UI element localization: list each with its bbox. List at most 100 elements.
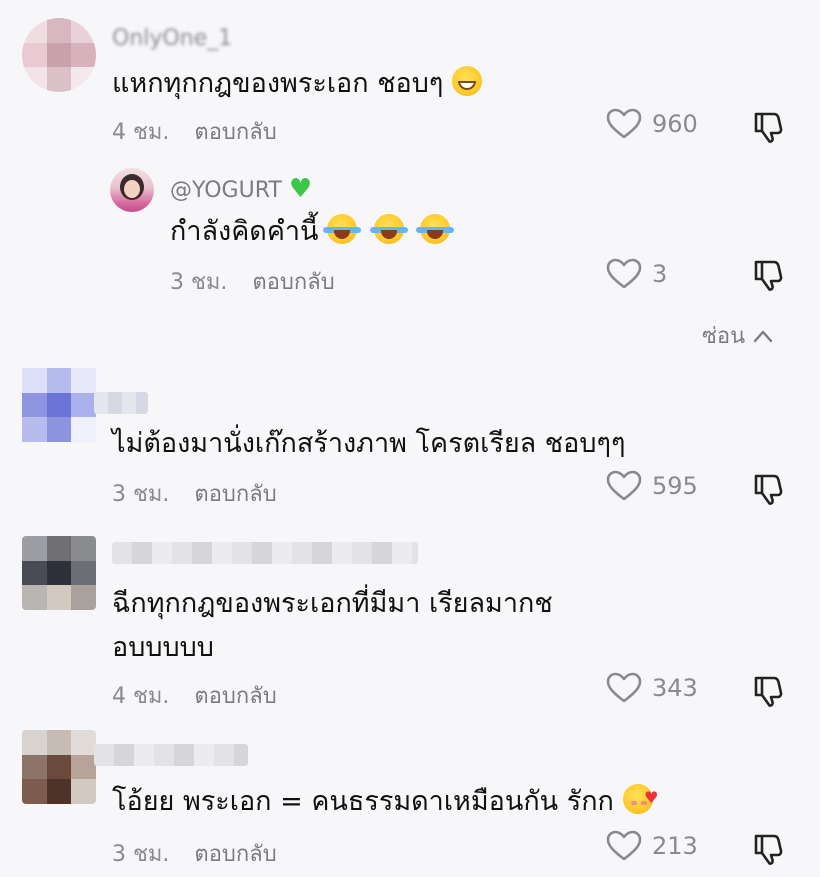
username[interactable] [112, 542, 418, 564]
avatar[interactable] [22, 368, 96, 442]
timestamp: 3 ชม. [112, 482, 170, 507]
comment-meta: 3 ชม. ตอบกลับ [112, 476, 277, 511]
avatar-pixel [22, 730, 47, 755]
comment-text-line2: อบบบบบ [112, 632, 214, 663]
avatar-pixel [22, 392, 47, 418]
avatar-pixel [71, 368, 96, 393]
avatar-pixel [46, 754, 72, 780]
avatar-pixel [46, 730, 72, 755]
heart-outline-icon [606, 258, 642, 289]
avatar-pixel [22, 585, 47, 610]
timestamp: 4 ชม. [112, 120, 170, 145]
hide-label: ซ่อน [702, 324, 746, 349]
avatar-pixel [46, 67, 72, 92]
avatar-pixel [71, 18, 96, 43]
comment-text: ไม่ต้องมานั่งเก๊กสร้างภาพ โครตเรียล ชอบๆ… [112, 422, 625, 466]
like-button[interactable]: 343 [606, 672, 698, 704]
reply-button[interactable]: ตอบกลับ [194, 684, 276, 709]
reply-meta: 3 ชม. ตอบกลับ [170, 264, 335, 299]
timestamp: 3 ชม. [170, 270, 228, 295]
reply-button[interactable]: ตอบกลับ [252, 270, 334, 295]
like-button[interactable]: 960 [606, 108, 698, 140]
avatar[interactable] [22, 730, 96, 804]
avatar-pixel [71, 730, 96, 755]
avatar-pixel [46, 536, 72, 561]
like-count: 960 [652, 110, 698, 138]
tears-of-joy-emoji [416, 214, 455, 244]
reply-button[interactable]: ตอบกลับ [194, 842, 276, 867]
avatar-pixel [46, 560, 72, 586]
comment-text-content: ไม่ต้องมานั่งเก๊กสร้างภาพ โครตเรียล ชอบๆ… [112, 428, 626, 459]
avatar-pixel [46, 368, 72, 393]
avatar-pixel [71, 417, 96, 442]
thumbs-down-icon[interactable] [752, 674, 786, 708]
thumbs-down-icon[interactable] [752, 472, 786, 506]
avatar-pixel [46, 779, 72, 804]
grinning-face-emoji [451, 66, 482, 96]
reply-username-text: @YOGURT [170, 178, 282, 203]
comment-text-content: แหกทุกกฎของพระเอก ชอบๆ [112, 68, 444, 99]
avatar-pixel [46, 18, 72, 43]
comment-text: อบบบบบ [112, 626, 214, 670]
avatar-pixel [46, 392, 72, 418]
comment-text-line1: ฉีกทุกกฎของพระเอกที่มีมา เรียลมากช [112, 588, 553, 619]
comment-text: โอ้ยย พระเอก = คนธรรมดาเหมือนกัน รักก [112, 776, 659, 824]
reply-username[interactable]: @YOGURT ♥ [170, 174, 312, 204]
like-button[interactable]: 595 [606, 470, 698, 502]
avatar-pixel [71, 67, 96, 92]
avatar-pixel [71, 42, 96, 68]
smiling-face-with-hearts-emoji [622, 776, 659, 820]
thumbs-down-icon[interactable] [752, 832, 786, 866]
avatar-pixel [22, 560, 47, 586]
avatar-pixel [71, 585, 96, 610]
avatar-pixel [71, 754, 96, 780]
avatar-pixel [46, 417, 72, 442]
like-button[interactable]: 3 [606, 258, 667, 290]
heart-outline-icon [606, 108, 642, 139]
thumbs-down-icon[interactable] [752, 110, 786, 144]
heart-outline-icon [606, 672, 642, 703]
like-count: 595 [652, 472, 698, 500]
heart-outline-icon [606, 830, 642, 861]
avatar[interactable] [22, 536, 96, 610]
reply-avatar[interactable] [110, 168, 154, 212]
comment-meta: 3 ชม. ตอบกลับ [112, 836, 277, 871]
avatar-pixel [71, 560, 96, 586]
avatar-pixel [71, 779, 96, 804]
avatar-pixel [22, 754, 47, 780]
avatar-pixel [71, 392, 96, 418]
timestamp: 4 ชม. [112, 684, 170, 709]
reply-button[interactable]: ตอบกลับ [194, 482, 276, 507]
avatar-pixel [22, 536, 47, 561]
comment-text-content: โอ้ยย พระเอก = คนธรรมดาเหมือนกัน รักก [112, 786, 614, 817]
comment-meta: 4 ชม. ตอบกลับ [112, 114, 277, 149]
comment-text: ฉีกทุกกฎของพระเอกที่มีมา เรียลมากช [112, 582, 553, 626]
avatar-pixel [46, 585, 72, 610]
like-count: 213 [652, 832, 698, 860]
username[interactable]: OnlyOne_1 [112, 26, 232, 51]
thumbs-down-icon[interactable] [752, 258, 786, 292]
avatar-pixel [22, 417, 47, 442]
green-heart-emoji: ♥ [288, 174, 313, 204]
comment-meta: 4 ชม. ตอบกลับ [112, 678, 277, 713]
like-button[interactable]: 213 [606, 830, 698, 862]
like-count: 343 [652, 674, 698, 702]
tears-of-joy-emoji [369, 214, 408, 244]
hide-replies-button[interactable]: ซ่อน [702, 318, 773, 353]
avatar-pixel [22, 67, 47, 92]
avatar-pixel [46, 42, 72, 68]
reply-text: กำลังคิดคำนี้ [170, 210, 455, 254]
heart-outline-icon [606, 470, 642, 501]
username[interactable] [94, 744, 248, 766]
avatar[interactable] [22, 18, 96, 92]
avatar-pixel [22, 779, 47, 804]
like-count: 3 [652, 260, 668, 288]
avatar-pixel [22, 18, 47, 43]
comment-text: แหกทุกกฎของพระเอก ชอบๆ [112, 62, 482, 106]
reply-button[interactable]: ตอบกลับ [194, 120, 276, 145]
username[interactable] [94, 392, 148, 414]
chevron-up-icon [753, 330, 773, 342]
tears-of-joy-emoji [323, 214, 362, 244]
avatar-pixel [22, 368, 47, 393]
avatar-pixel [22, 42, 47, 68]
